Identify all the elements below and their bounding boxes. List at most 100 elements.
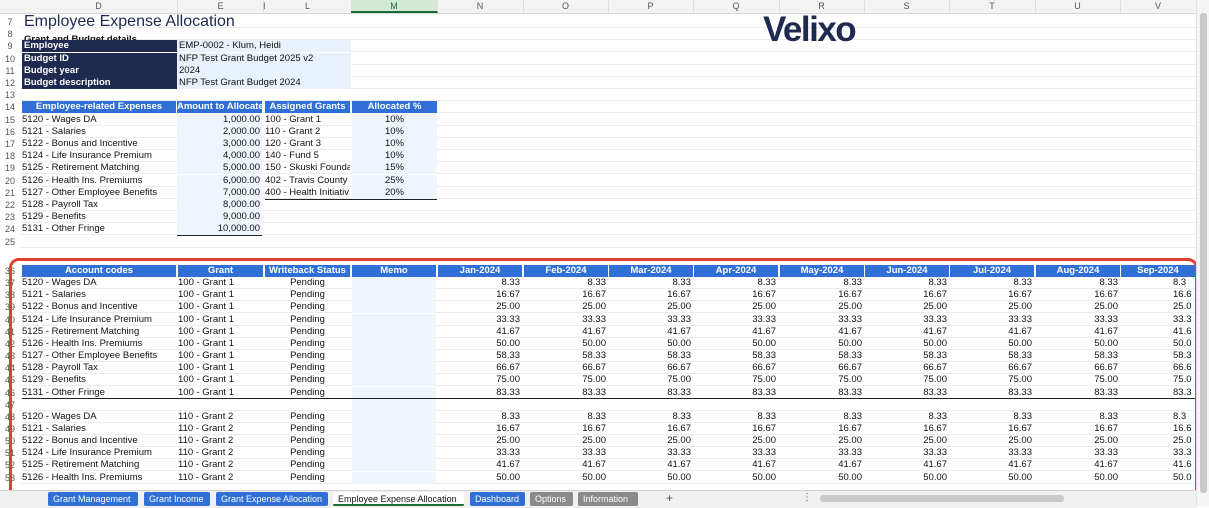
expense-account[interactable]: 5122 - Bonus and Incentive [22, 138, 176, 150]
alloc-month-value[interactable]: 8.33 [780, 411, 864, 423]
alloc-month-value[interactable]: 41.67 [438, 326, 522, 338]
alloc-grant[interactable]: 100 - Grant 1 [178, 350, 263, 362]
alloc-month-value[interactable]: 75.00 [1036, 374, 1120, 386]
alloc-account-code[interactable]: 5124 - Life Insurance Premium [22, 314, 176, 326]
expense-amount[interactable]: 6,000.00 [177, 174, 262, 187]
alloc-month-value[interactable] [865, 399, 949, 411]
alloc-memo[interactable] [352, 374, 436, 387]
alloc-month-value[interactable]: 66.67 [694, 362, 778, 374]
column-header-p[interactable]: P [608, 0, 694, 13]
alloc-writeback-status[interactable]: Pending [265, 447, 350, 459]
alloc-month-value[interactable]: 25.00 [950, 435, 1034, 447]
alloc-grant[interactable]: 110 - Grant 2 [178, 423, 263, 435]
alloc-month-value[interactable]: 83.33 [780, 387, 864, 399]
column-header-s[interactable]: S [864, 0, 950, 13]
row-number[interactable]: 50 [0, 435, 20, 447]
allocated-percent[interactable]: 10% [352, 113, 437, 126]
alloc-month-value[interactable]: 41.67 [780, 326, 864, 338]
alloc-month-value[interactable]: 50.00 [524, 472, 608, 484]
alloc-month-value[interactable]: 41.67 [950, 326, 1034, 338]
detail-value[interactable]: NFP Test Grant Budget 2025 v2 [177, 52, 351, 65]
alloc-grant[interactable]: 100 - Grant 1 [178, 289, 263, 301]
vertical-scroll-thumb[interactable] [1200, 13, 1207, 493]
expense-amount[interactable]: 5,000.00 [177, 162, 262, 175]
row-number[interactable]: 52 [0, 459, 20, 471]
row-number[interactable]: 51 [0, 447, 20, 459]
assigned-grant[interactable]: 100 - Grant 1 [265, 114, 350, 126]
alloc-month-value[interactable]: 75.00 [524, 374, 608, 386]
alloc-month-value[interactable]: 75.0 [1173, 374, 1197, 386]
assigned-grant[interactable]: 150 - Skuski Foundat [265, 162, 350, 174]
expense-amount[interactable]: 7,000.00 [177, 186, 262, 199]
alloc-month-value[interactable]: 41.67 [609, 326, 693, 338]
alloc-grant[interactable]: 110 - Grant 2 [178, 411, 263, 423]
alloc-grant[interactable]: 110 - Grant 2 [178, 459, 263, 471]
alloc-month-value[interactable]: 41.67 [865, 459, 949, 471]
row-number[interactable]: 14 [0, 101, 20, 113]
alloc-month-value[interactable]: 50.00 [1036, 338, 1120, 350]
row-number[interactable]: 42 [0, 338, 20, 350]
expense-account[interactable]: 5121 - Salaries [22, 126, 176, 138]
alloc-memo[interactable] [352, 313, 436, 326]
alloc-month-value[interactable]: 25.00 [524, 301, 608, 313]
row-number[interactable]: 41 [0, 326, 20, 338]
alloc-writeback-status[interactable] [265, 399, 350, 411]
alloc-memo[interactable] [352, 337, 436, 350]
alloc-writeback-status[interactable]: Pending [265, 314, 350, 326]
alloc-month-value[interactable]: 25.00 [1036, 301, 1120, 313]
alloc-month-value[interactable]: 8.3 [1173, 411, 1197, 423]
expense-amount[interactable]: 10,000.00 [177, 223, 262, 236]
column-header-l[interactable]: L [264, 0, 352, 13]
row-number[interactable]: 19 [0, 162, 20, 174]
alloc-memo[interactable] [352, 301, 436, 314]
row-number[interactable]: 9 [0, 40, 20, 52]
column-header-m[interactable]: M [351, 0, 438, 13]
alloc-account-code[interactable]: 5125 - Retirement Matching [22, 326, 176, 338]
row-number[interactable]: 43 [0, 350, 20, 362]
alloc-month-value[interactable] [950, 399, 1034, 411]
alloc-month-value[interactable]: 33.3 [1173, 447, 1197, 459]
alloc-grant[interactable]: 100 - Grant 1 [178, 326, 263, 338]
alloc-month-value[interactable]: 41.67 [694, 459, 778, 471]
sheet-tab[interactable]: Grant Management [48, 492, 138, 506]
alloc-memo[interactable] [352, 386, 436, 399]
alloc-month-value[interactable] [780, 399, 864, 411]
alloc-grant[interactable]: 100 - Grant 1 [178, 374, 263, 386]
row-number[interactable]: 12 [0, 77, 20, 89]
sheet-tab[interactable]: Grant Expense Allocation [216, 492, 328, 506]
alloc-memo[interactable] [352, 277, 436, 290]
alloc-month-value[interactable]: 58.33 [524, 350, 608, 362]
alloc-month-value[interactable]: 50.00 [1036, 472, 1120, 484]
allocated-percent[interactable]: 10% [352, 125, 437, 138]
alloc-month-value[interactable]: 75.00 [865, 374, 949, 386]
alloc-account-code[interactable]: 5120 - Wages DA [22, 411, 176, 423]
row-number[interactable]: 11 [0, 65, 20, 77]
alloc-month-value[interactable]: 16.67 [1036, 423, 1120, 435]
horizontal-scrollbar[interactable] [820, 495, 1064, 502]
alloc-memo[interactable] [352, 398, 436, 411]
sheet-tab[interactable]: Dashboard [470, 492, 525, 506]
alloc-memo[interactable] [352, 422, 436, 435]
alloc-account-code[interactable]: 5121 - Salaries [22, 423, 176, 435]
alloc-month-value[interactable]: 41.6 [1173, 459, 1197, 471]
allocated-percent[interactable]: 10% [352, 150, 437, 163]
alloc-month-value[interactable]: 33.33 [694, 314, 778, 326]
expense-amount[interactable]: 3,000.00 [177, 138, 262, 150]
column-header-e[interactable]: E [178, 0, 264, 13]
row-number[interactable]: 7 [0, 16, 20, 28]
alloc-grant[interactable]: 110 - Grant 2 [178, 447, 263, 459]
alloc-account-code[interactable]: 5122 - Bonus and Incentive [22, 435, 176, 447]
alloc-month-value[interactable]: 25.00 [438, 435, 522, 447]
row-number[interactable]: 18 [0, 150, 20, 162]
alloc-memo[interactable] [352, 325, 436, 338]
alloc-month-value[interactable]: 33.33 [694, 447, 778, 459]
row-number[interactable]: 39 [0, 301, 20, 313]
alloc-month-value[interactable]: 41.67 [694, 326, 778, 338]
alloc-account-code[interactable]: 5126 - Health Ins. Premiums [22, 472, 176, 484]
alloc-month-value[interactable]: 41.67 [950, 459, 1034, 471]
alloc-month-value[interactable]: 25.00 [694, 435, 778, 447]
alloc-month-value[interactable]: 33.33 [780, 447, 864, 459]
alloc-account-code[interactable]: 5128 - Payroll Tax [22, 362, 176, 374]
alloc-month-value[interactable]: 50.00 [524, 338, 608, 350]
column-header-d[interactable]: D [20, 0, 178, 13]
